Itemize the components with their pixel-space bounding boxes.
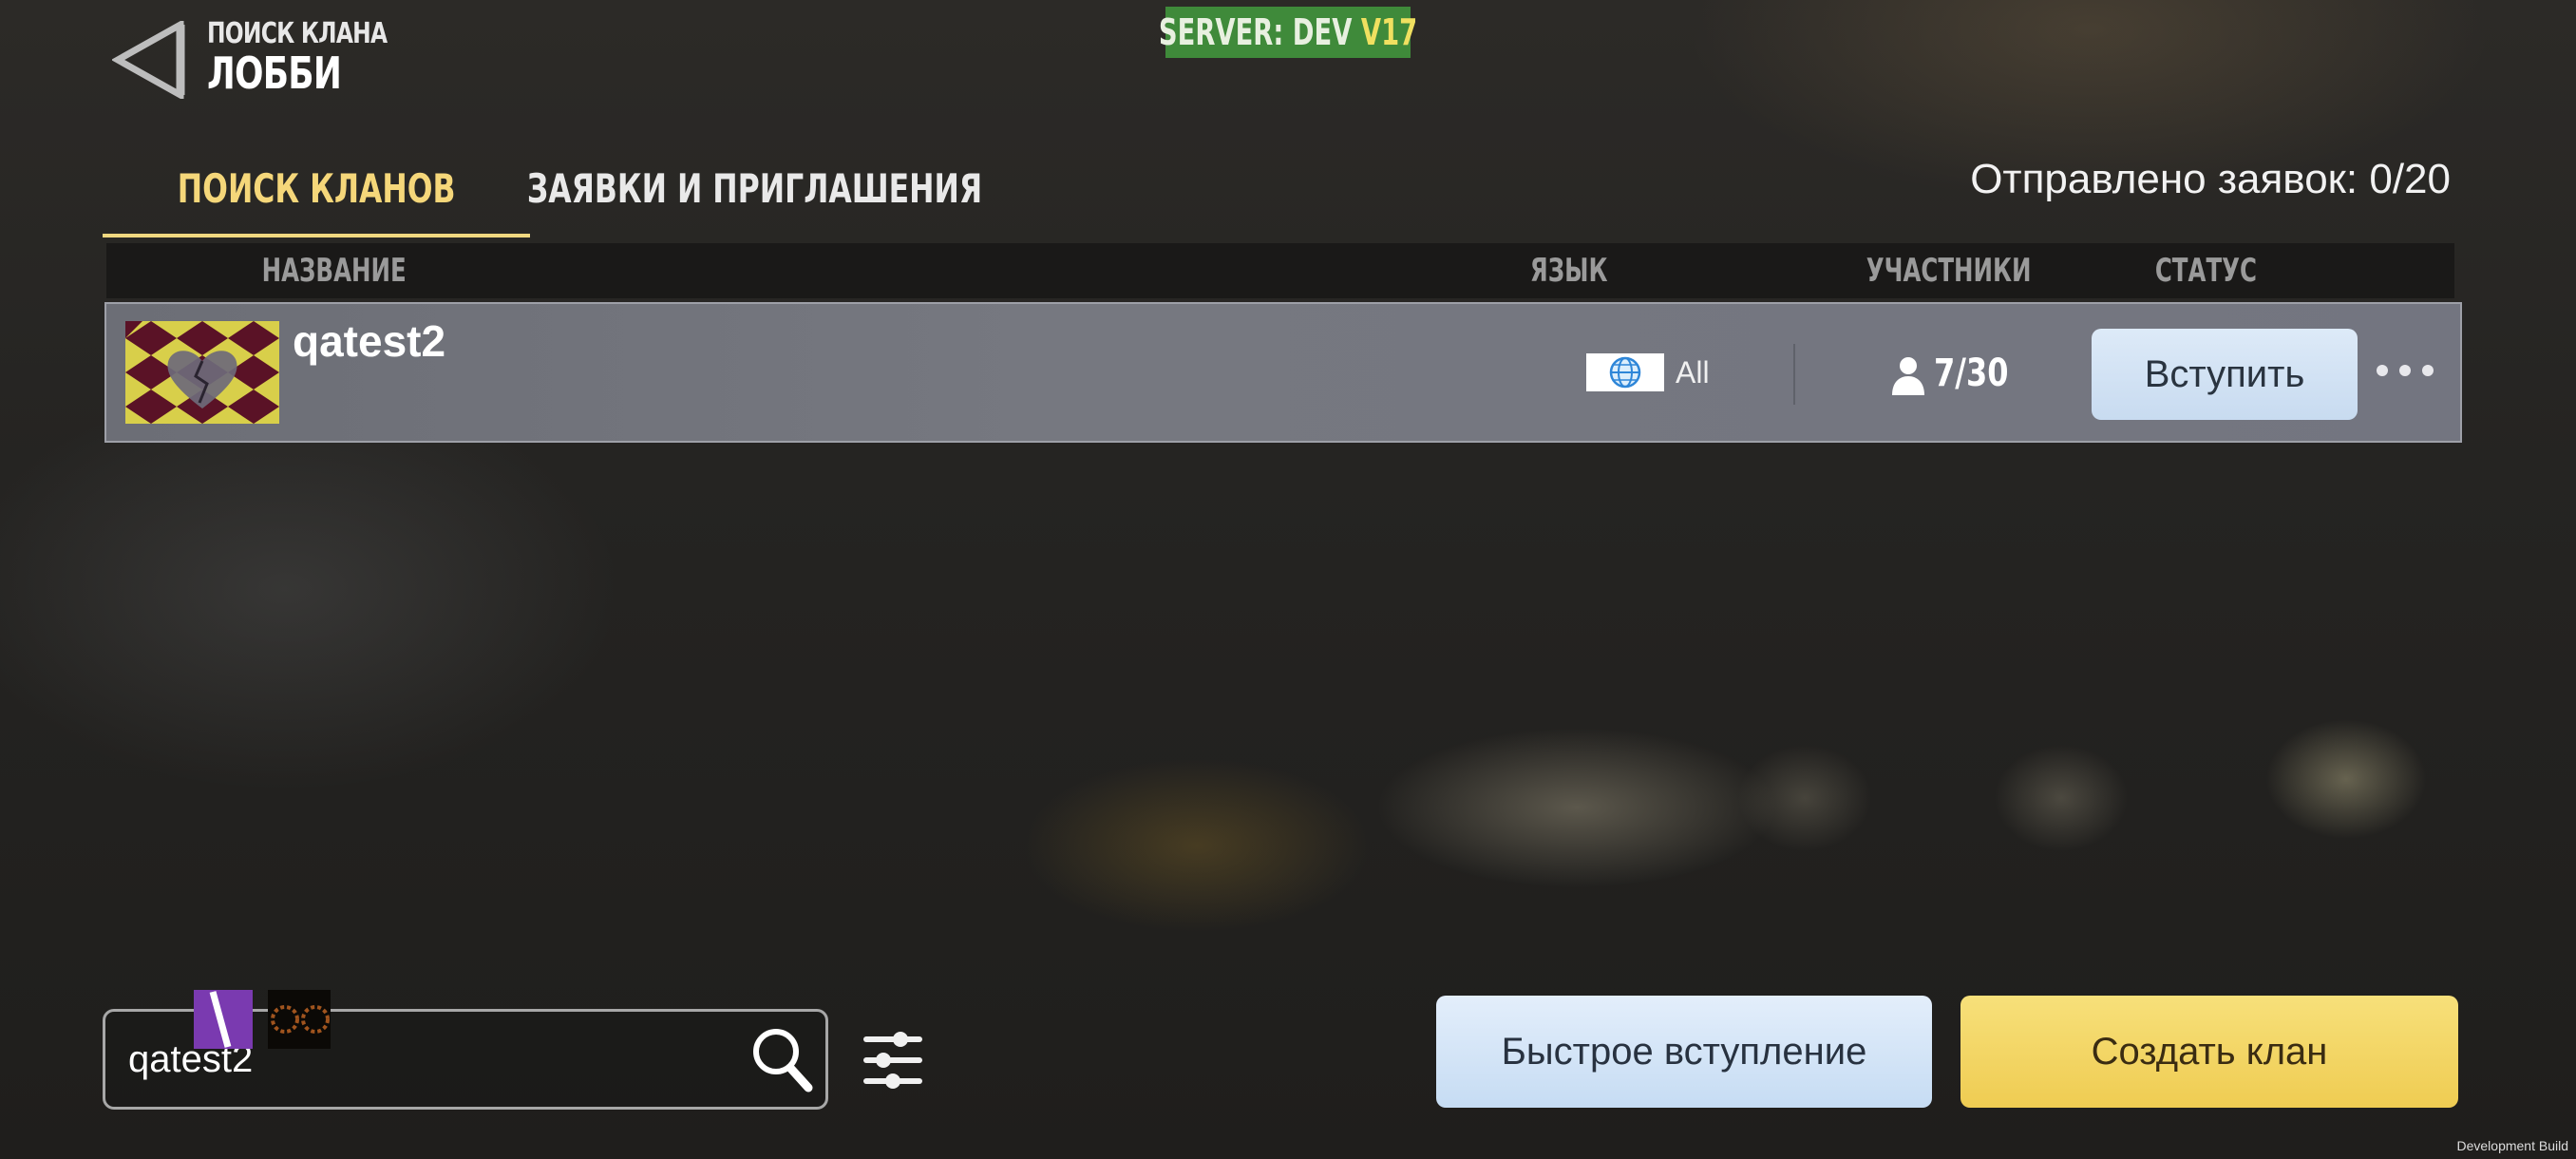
search-icon[interactable] — [749, 1025, 814, 1093]
debug-gear-sticker-icon — [268, 990, 331, 1049]
language-flag — [1586, 353, 1664, 391]
table-header: НАЗВАНИЕ ЯЗЫК УЧАСТНИКИ СТАТУС — [106, 243, 2454, 298]
join-button-label: Вступить — [2144, 352, 2305, 395]
clan-name: qatest2 — [293, 316, 446, 366]
server-version: V17 — [1360, 11, 1418, 53]
tab-requests-invitations[interactable]: ЗАЯВКИ И ПРИГЛАШЕНИЯ — [527, 141, 982, 236]
create-clan-button[interactable]: Создать клан — [1960, 996, 2458, 1108]
join-button[interactable]: Вступить — [2092, 329, 2358, 420]
server-badge: SERVER: DEV V17 — [1159, 7, 1417, 58]
tab-clan-search-label: ПОИСК КЛАНОВ — [177, 164, 456, 212]
language-value: All — [1676, 355, 1710, 390]
row-divider — [1793, 344, 1795, 405]
quick-join-button[interactable]: Быстрое вступление — [1436, 996, 1932, 1108]
debug-sticker-icon — [194, 990, 253, 1049]
development-build-label: Development Build — [2456, 1138, 2568, 1153]
back-arrow-icon[interactable] — [112, 21, 188, 99]
requests-sent-counter: Отправлено заявок: 0/20 — [1970, 156, 2451, 202]
breadcrumb-subtitle: ПОИСК КЛАНА — [207, 17, 388, 50]
server-label: SERVER: DEV — [1158, 11, 1353, 53]
column-header-status: СТАТУС — [2154, 252, 2257, 290]
breadcrumb-title: ЛОББИ — [207, 48, 342, 99]
member-icon — [1892, 357, 1924, 395]
members-count: 7/30 — [1934, 352, 2009, 395]
filter-sliders-icon[interactable] — [861, 1028, 925, 1092]
table-row[interactable]: qatest2 All 7/30 Вступить — [104, 302, 2462, 443]
tab-clan-search[interactable]: ПОИСК КЛАНОВ — [103, 141, 530, 236]
quick-join-label: Быстрое вступление — [1501, 1030, 1867, 1073]
create-clan-label: Создать клан — [2091, 1030, 2328, 1073]
active-tab-indicator — [103, 234, 530, 238]
heart-emblem-icon — [125, 321, 279, 424]
tab-requests-label: ЗАЯВКИ И ПРИГЛАШЕНИЯ — [527, 164, 983, 212]
column-header-language: ЯЗЫК — [1530, 252, 1608, 290]
globe-icon — [1609, 356, 1641, 389]
column-header-members: УЧАСТНИКИ — [1866, 252, 2032, 290]
more-options-icon[interactable] — [2377, 359, 2434, 382]
column-header-name: НАЗВАНИЕ — [261, 252, 407, 290]
